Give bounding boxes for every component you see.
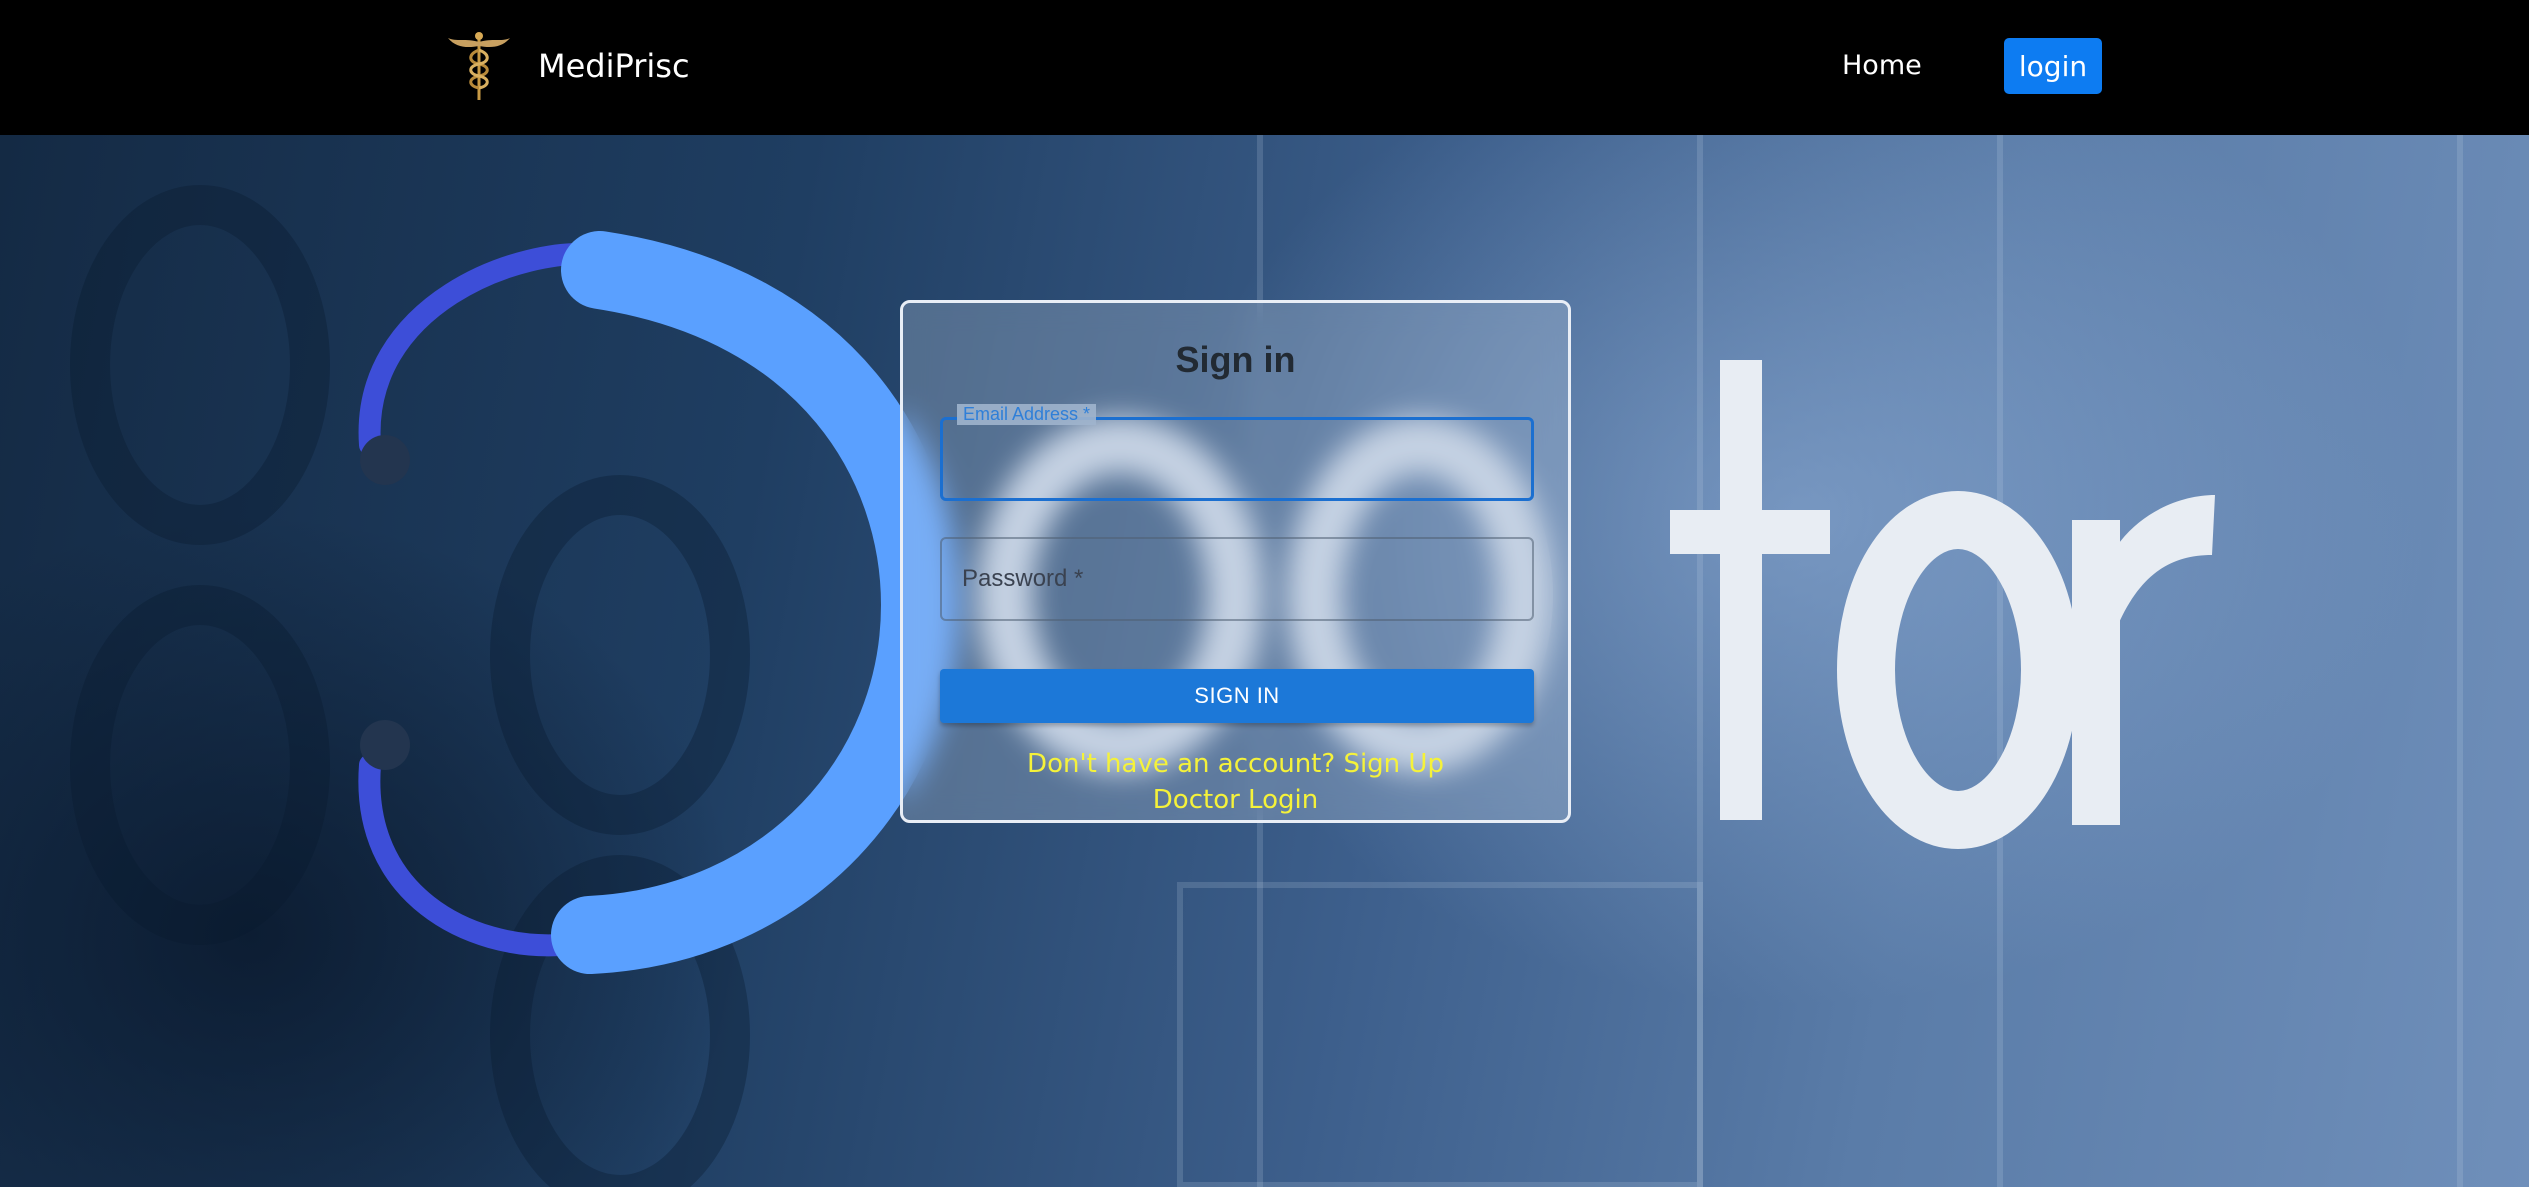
signin-title: Sign in (1175, 339, 1296, 380)
signin-button[interactable]: SIGN IN (940, 669, 1534, 723)
brand[interactable]: MediPrisc (446, 30, 690, 102)
doctor-login-link[interactable]: Doctor Login (903, 785, 1568, 815)
email-field[interactable]: Email Address * (940, 404, 1534, 501)
password-field[interactable] (940, 537, 1534, 621)
password-input[interactable] (942, 539, 1532, 619)
nav-home-link[interactable]: Home (1842, 50, 1922, 81)
email-input[interactable] (943, 420, 1531, 498)
signin-card: Sign in Email Address * SIGN IN Don't ha… (900, 300, 1571, 823)
top-navbar: MediPrisc Home login (0, 0, 2529, 135)
email-field-label: Email Address * (957, 404, 1097, 425)
nav-login-button[interactable]: login (2004, 38, 2102, 94)
caduceus-icon (448, 32, 510, 100)
brand-name: MediPrisc (538, 47, 690, 85)
signup-link[interactable]: Don't have an account? Sign Up (903, 749, 1568, 779)
